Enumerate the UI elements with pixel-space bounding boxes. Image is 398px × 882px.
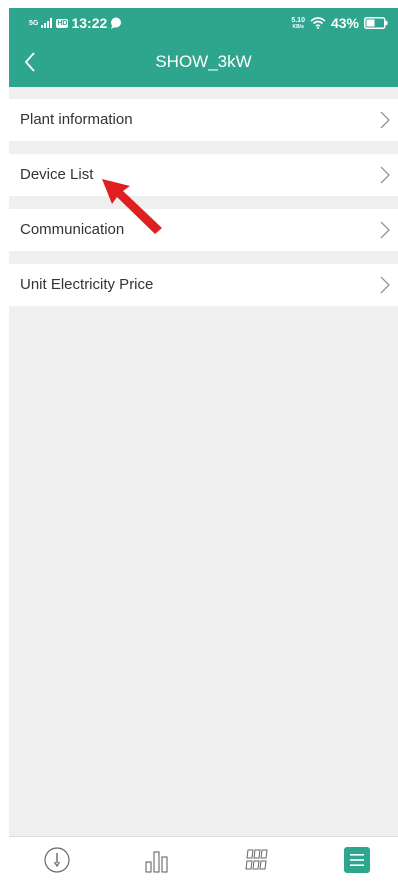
app-header: 5G HD 13:22 5.10 KB/s 43% SHOW_3kW: [9, 8, 398, 87]
navigation-bar: SHOW_3kW: [9, 38, 398, 87]
menu-item-label: Communication: [20, 221, 125, 238]
chevron-right-icon: [380, 111, 390, 129]
chevron-right-icon: [380, 166, 390, 184]
menu-icon: [344, 847, 370, 873]
battery-percent: 43%: [330, 15, 359, 31]
battery-icon: [364, 17, 388, 29]
status-right: 5.10 KB/s 43%: [291, 15, 388, 31]
tab-devices[interactable]: [242, 845, 272, 875]
bar-chart-icon: [145, 851, 168, 873]
speed-value: 5.10: [291, 16, 305, 24]
menu-item-label: Unit Electricity Price: [20, 276, 154, 293]
page-title: SHOW_3kW: [155, 52, 252, 71]
tab-statistics[interactable]: [142, 845, 172, 875]
wifi-icon: [310, 17, 326, 29]
message-icon: [111, 17, 122, 29]
menu-item-unit-electricity-price[interactable]: Unit Electricity Price: [9, 264, 398, 306]
bottom-tab-bar: [9, 836, 398, 882]
menu-item-communication[interactable]: Communication: [9, 209, 398, 251]
menu-item-device-list[interactable]: Device List: [9, 154, 398, 196]
status-bar: 5G HD 13:22 5.10 KB/s 43%: [9, 8, 398, 38]
chevron-right-icon: [380, 221, 390, 239]
gauge-icon: [44, 847, 70, 873]
signal-icon: [41, 18, 53, 28]
menu-item-label: Plant information: [20, 111, 133, 128]
tab-overview[interactable]: [42, 845, 72, 875]
network-label: 5G: [29, 19, 39, 27]
hd-badge: HD: [56, 18, 69, 28]
grid-icon: [245, 849, 268, 870]
menu-item-plant-information[interactable]: Plant information: [9, 99, 398, 141]
status-time: 13:22: [71, 15, 108, 31]
tab-menu[interactable]: [342, 845, 372, 875]
menu-item-label: Device List: [20, 166, 94, 183]
phone-screen: 5G HD 13:22 5.10 KB/s 43% SHOW_3kW Plant…: [0, 0, 398, 882]
status-left: 5G HD 13:22: [29, 15, 122, 31]
speed-unit: KB/s: [292, 23, 304, 30]
app-screen: 5G HD 13:22 5.10 KB/s 43% SHOW_3kW Plant…: [9, 8, 398, 882]
chevron-right-icon: [380, 276, 390, 294]
network-speed: 5.10 KB/s: [291, 17, 305, 30]
